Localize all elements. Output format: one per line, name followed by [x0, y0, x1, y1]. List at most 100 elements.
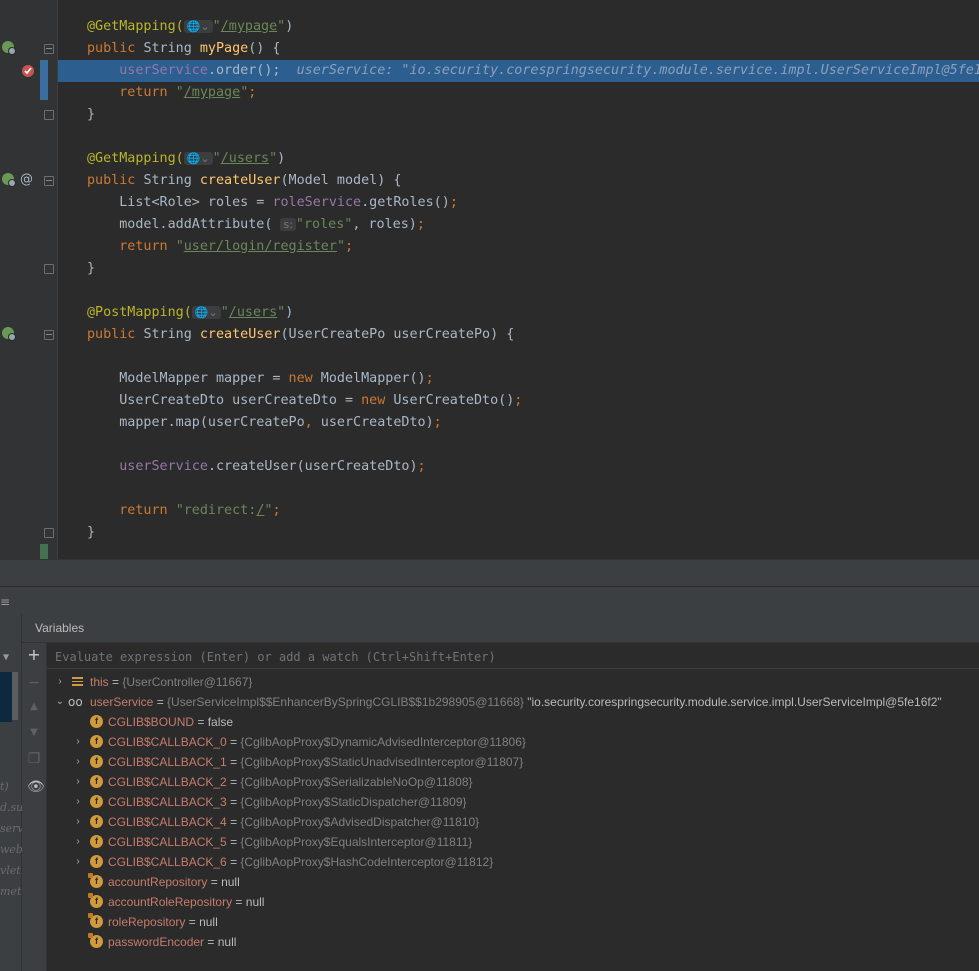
code-line[interactable] [58, 346, 979, 368]
code-line[interactable] [58, 478, 979, 500]
code-line[interactable]: List<Role> roles = roleService.getRoles(… [58, 192, 979, 214]
fold-end-icon[interactable] [44, 264, 54, 274]
expand-arrow-icon[interactable]: › [73, 852, 83, 872]
variable-row[interactable]: › this = {UserController@11667} [47, 672, 979, 692]
variable-row[interactable]: f roleRepository = null [47, 912, 979, 932]
copy-icon[interactable]: ❐ [27, 752, 41, 766]
code-token: ModelMapper mapper = [87, 371, 289, 386]
frame-name-fragment[interactable]: d.su [0, 801, 23, 814]
code-line[interactable]: @GetMapping(🌐⌄ "/users") [58, 148, 979, 170]
code-token: "redirect: [175, 503, 257, 518]
code-line[interactable]: return "redirect:/"; [58, 500, 979, 522]
code-token: return [119, 85, 176, 100]
variable-row[interactable]: f CGLIB$BOUND = false [47, 712, 979, 732]
code-editor[interactable]: @ @GetMapping(🌐⌄ "/mypage") public String … [0, 0, 979, 559]
code-line[interactable]: public String createUser(UserCreatePo us… [58, 324, 979, 346]
value-separator: = [226, 835, 241, 849]
code-token: user/login/register [183, 239, 337, 254]
variable-row[interactable]: ⌄ oo userService = {UserServiceImpl$$Enhan… [47, 692, 979, 712]
variable-row[interactable]: f accountRoleRepository = null [47, 892, 979, 912]
code-line[interactable]: @PostMapping(🌐⌄ "/users") [58, 302, 979, 324]
eye-icon[interactable]: 👁 [27, 780, 45, 794]
evaluate-expression-input[interactable] [53, 647, 937, 667]
code-line[interactable] [58, 280, 979, 302]
code-line-execution-point[interactable]: userService.order(); userService: "io.se… [58, 60, 979, 82]
fold-end-icon[interactable] [44, 528, 54, 538]
frame-name-fragment[interactable]: web [0, 843, 23, 856]
code-line[interactable]: return "/mypage"; [58, 82, 979, 104]
expand-arrow-icon[interactable]: › [73, 772, 83, 792]
spring-endpoint-icon[interactable] [1, 172, 17, 188]
move-up-icon[interactable]: ▲ [27, 700, 41, 714]
code-line[interactable]: public String createUser(Model model) { [58, 170, 979, 192]
variable-row[interactable]: › f CGLIB$CALLBACK_4 = {CglibAopProxy$Advi… [47, 812, 979, 832]
menu-lines-icon[interactable]: ≡ [0, 595, 10, 609]
variable-name: passwordEncoder [108, 935, 205, 949]
code-line[interactable]: model.addAttribute( s: "roles", roles); [58, 214, 979, 236]
evaluate-expression-bar [47, 644, 979, 669]
expand-arrow-icon[interactable]: › [73, 832, 83, 852]
code-line[interactable]: public String myPage() { [58, 38, 979, 60]
collapse-arrow-icon[interactable]: ⌄ [55, 692, 65, 712]
code-token: @GetMapping( [87, 19, 184, 34]
code-line[interactable] [58, 126, 979, 148]
code-line[interactable] [58, 434, 979, 456]
code-area[interactable]: @GetMapping(🌐⌄ "/mypage") public String my… [58, 0, 979, 559]
variables-title: Variables [35, 621, 85, 635]
expand-arrow-icon[interactable]: › [73, 792, 83, 812]
variable-label: CGLIB$CALLBACK_0 = {CglibAopProxy$Dynami… [108, 732, 526, 752]
variable-row[interactable]: › f CGLIB$CALLBACK_2 = {CglibAopProxy$Seri… [47, 772, 979, 792]
variable-row[interactable]: › f CGLIB$CALLBACK_3 = {CglibAopProxy$Stat… [47, 792, 979, 812]
expand-arrow-icon[interactable]: › [55, 672, 65, 692]
frame-name-fragment[interactable]: serv [0, 822, 24, 835]
code-token: ModelMapper() [320, 371, 426, 386]
variables-tree[interactable]: › this = {UserController@11667} ⌄ oo userSer… [47, 672, 979, 971]
variable-value: {CglibAopProxy$EqualsInterceptor@11811} [240, 835, 473, 849]
fold-end-icon[interactable] [44, 110, 54, 120]
expand-arrow-icon[interactable]: › [73, 732, 83, 752]
code-token: .createUser(userCreateDto) [207, 459, 418, 474]
move-down-icon[interactable]: ▼ [27, 726, 41, 740]
code-line[interactable]: } [58, 104, 979, 126]
code-line[interactable]: UserCreateDto userCreateDto = new UserCr… [58, 390, 979, 412]
code-line[interactable]: } [58, 258, 979, 280]
inlay-hint: 🌐⌄ [191, 306, 221, 319]
fold-marker-icon[interactable] [44, 330, 54, 340]
code-line[interactable]: return "user/login/register"; [58, 236, 979, 258]
variable-row[interactable]: f accountRepository = null [47, 872, 979, 892]
variable-name: CGLIB$CALLBACK_0 [108, 735, 227, 749]
fold-marker-icon[interactable] [44, 176, 54, 186]
spring-endpoint-icon[interactable] [1, 326, 17, 342]
variable-row[interactable]: f passwordEncoder = null [47, 932, 979, 952]
variable-row[interactable]: › f CGLIB$CALLBACK_1 = {CglibAopProxy$Stat… [47, 752, 979, 772]
code-token: mapper.map(userCreatePo [87, 415, 305, 430]
editor-gutter[interactable] [0, 0, 58, 559]
frame-name-fragment[interactable]: vlet. [0, 864, 24, 877]
expand-arrow-icon[interactable]: › [73, 812, 83, 832]
code-token: ; [514, 393, 523, 408]
code-token: /users [220, 151, 270, 166]
fold-marker-icon[interactable] [44, 44, 54, 54]
variable-row[interactable]: › f CGLIB$CALLBACK_6 = {CglibAopProxy$Hash… [47, 852, 979, 872]
spring-endpoint-icon[interactable] [1, 40, 17, 56]
at-sign-icon[interactable]: @ [20, 172, 33, 187]
variable-name: accountRepository [108, 875, 208, 889]
code-line[interactable]: ModelMapper mapper = new ModelMapper(); [58, 368, 979, 390]
code-line[interactable]: } [58, 522, 979, 544]
frame-name-fragment[interactable]: t) [0, 780, 9, 793]
code-token: String [143, 41, 200, 56]
add-watch-icon[interactable]: + [27, 647, 41, 663]
code-line[interactable]: userService.createUser(userCreateDto); [58, 456, 979, 478]
variable-row[interactable]: › f CGLIB$CALLBACK_5 = {CglibAopProxy$Equa… [47, 832, 979, 852]
variable-value: {UserServiceImpl$$EnhancerBySpringCGLIB$… [167, 695, 524, 709]
code-line[interactable]: @GetMapping(🌐⌄ "/mypage") [58, 16, 979, 38]
value-separator: = [207, 875, 222, 889]
expand-arrow-icon[interactable]: › [73, 752, 83, 772]
remove-watch-icon[interactable]: − [27, 676, 41, 690]
breakpoint-icon[interactable] [20, 62, 36, 78]
chevron-down-icon[interactable]: ▼ [3, 652, 9, 663]
code-line[interactable]: mapper.map(userCreatePo, userCreateDto); [58, 412, 979, 434]
variable-row[interactable]: › f CGLIB$CALLBACK_0 = {CglibAopProxy$Dyna… [47, 732, 979, 752]
frames-scrollbar[interactable] [12, 672, 18, 720]
